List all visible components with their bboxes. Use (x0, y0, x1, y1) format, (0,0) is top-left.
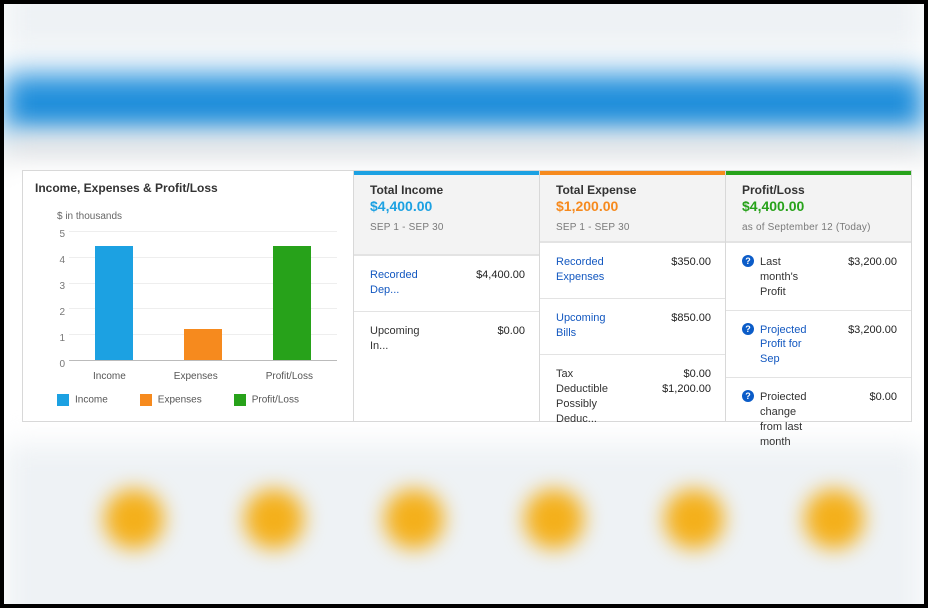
bar-chart: 543210 IncomeExpensesProfit/Loss (47, 226, 337, 366)
legend-swatch-icon (57, 394, 69, 406)
row-value: $0.00 (497, 324, 525, 339)
income-amount: $4,400.00 (370, 198, 527, 214)
dashboard-cards: Income, Expenses & Profit/Loss $ in thou… (22, 170, 912, 422)
help-icon[interactable]: ? (742, 255, 754, 267)
expense-row: Tax DeductiblePossibly Deduc... $0.00$1,2… (540, 354, 725, 436)
row-value: $0.00 (869, 390, 897, 405)
row-label: Upcoming In... (370, 324, 413, 354)
total-expense-card: Total Expense $1,200.00 SEP 1 - SEP 30 R… (540, 170, 726, 422)
y-axis-label: $ in thousands (57, 211, 341, 222)
income-row: Recorded Dep... $4,400.00 (354, 255, 539, 311)
row-label[interactable]: Recorded Expenses (556, 255, 615, 285)
legend-swatch-icon (234, 394, 246, 406)
income-range: SEP 1 - SEP 30 (370, 222, 527, 233)
chart-title: Income, Expenses & Profit/Loss (35, 181, 341, 195)
chart-legend: Income Expenses Profit/Loss (57, 394, 341, 406)
x-label: Income (93, 371, 126, 382)
pl-range: as of September 12 (Today) (742, 222, 899, 233)
row-value: $3,200.00 (848, 323, 897, 338)
total-income-card: Total Income $4,400.00 SEP 1 - SEP 30 Re… (354, 170, 540, 422)
chart-panel: Income, Expenses & Profit/Loss $ in thou… (22, 170, 354, 422)
x-label: Profit/Loss (266, 371, 313, 382)
x-label: Expenses (174, 371, 218, 382)
help-icon[interactable]: ? (742, 390, 754, 402)
legend-swatch-icon (140, 394, 152, 406)
expense-range: SEP 1 - SEP 30 (556, 222, 713, 233)
help-icon[interactable]: ? (742, 323, 754, 335)
row-label[interactable]: Recorded Dep... (370, 268, 418, 298)
pl-title: Profit/Loss (742, 183, 899, 197)
row-label: Tax DeductiblePossibly Deduc... (556, 367, 607, 426)
legend-item: Expenses (140, 394, 202, 406)
bar-income (95, 246, 133, 360)
profit-loss-row: ? Last month's Profit $3,200.00 (726, 242, 911, 310)
expense-title: Total Expense (556, 183, 713, 197)
pl-amount: $4,400.00 (742, 198, 899, 214)
row-label[interactable]: Projected Profit for Sep (760, 323, 820, 368)
row-value: $850.00 (671, 311, 711, 326)
income-row: Upcoming In... $0.00 (354, 311, 539, 367)
row-label: Proiected change from last month (760, 390, 820, 449)
bar-expenses (184, 329, 222, 360)
row-sublabel[interactable]: Possibly Deduc... (556, 397, 607, 427)
expense-row: Upcoming Bills $850.00 (540, 298, 725, 354)
row-value: $4,400.00 (476, 268, 525, 283)
row-label: Last month's Profit (760, 255, 820, 300)
profit-loss-row: ? Projected Profit for Sep $3,200.00 (726, 310, 911, 378)
profit-loss-row: ? Proiected change from last month $0.00 (726, 377, 911, 459)
row-value: $0.00$1,200.00 (662, 367, 711, 397)
row-value: $3,200.00 (848, 255, 897, 270)
row-label[interactable]: Upcoming Bills (556, 311, 600, 341)
bar-profitloss (273, 246, 311, 360)
legend-item: Income (57, 394, 108, 406)
row-value: $350.00 (671, 255, 711, 270)
profit-loss-card: Profit/Loss $4,400.00 as of September 12… (726, 170, 912, 422)
expense-row: Recorded Expenses $350.00 (540, 242, 725, 298)
expense-amount: $1,200.00 (556, 198, 713, 214)
legend-item: Profit/Loss (234, 394, 299, 406)
income-title: Total Income (370, 183, 527, 197)
